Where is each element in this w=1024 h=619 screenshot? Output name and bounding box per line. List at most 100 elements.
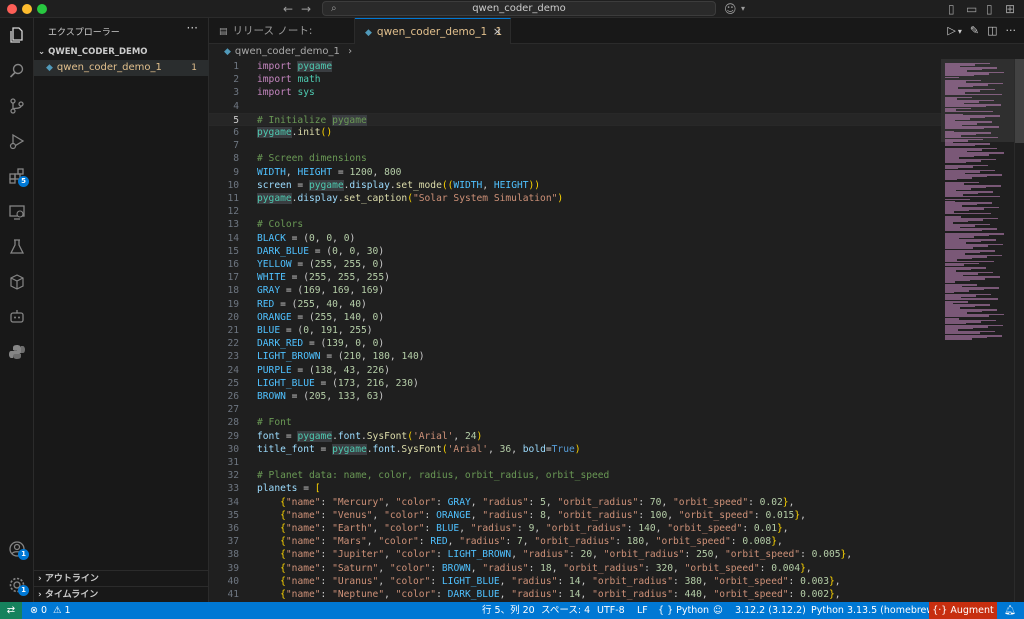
code-line[interactable]: 15 DARK_BLUE = (0, 0, 30) — [209, 245, 941, 258]
customize-layout-icon[interactable]: ⊞ — [1005, 1, 1015, 17]
copilot-icon[interactable]: ☺ — [724, 1, 737, 17]
maximize-window-button[interactable] — [37, 4, 47, 14]
encoding[interactable]: UTF-8 — [597, 602, 625, 619]
testing-icon[interactable] — [5, 236, 29, 258]
warnings-count[interactable]: ⚠ 1 — [53, 602, 71, 619]
toggle-panel-icon[interactable]: ▭ — [966, 1, 977, 17]
code-line[interactable]: 3 import sys — [209, 86, 941, 99]
code-line[interactable]: 35 {"name": "Venus", "color": ORANGE, "r… — [209, 509, 941, 522]
python-file-icon: ◆ — [365, 28, 372, 38]
code-line[interactable]: 27 — [209, 403, 941, 416]
code-editor[interactable]: 1 import pygame 2 import math 3 import sys 4 5 #… — [209, 59, 941, 602]
code-line[interactable]: 10 screen = pygame.display.set_mode((WIDT… — [209, 179, 941, 192]
code-line[interactable]: 1 import pygame — [209, 60, 941, 73]
split-editor-icon[interactable]: ◫ — [987, 24, 997, 37]
minimap[interactable] — [941, 59, 1014, 602]
code-line[interactable]: 36 {"name": "Earth", "color": BLUE, "rad… — [209, 522, 941, 535]
python-interpreter[interactable]: 3.12.2 (3.12.2) — [735, 602, 806, 619]
remote-indicator[interactable]: ⇄ — [0, 602, 22, 619]
remote-explorer-icon[interactable] — [5, 201, 29, 223]
code-line[interactable]: 7 — [209, 139, 941, 152]
code-line[interactable]: 33 planets = [ — [209, 482, 941, 495]
code-line[interactable]: 41 {"name": "Neptune", "color": DARK_BLU… — [209, 588, 941, 601]
source-control-icon[interactable] — [5, 95, 29, 117]
workspace-folder[interactable]: ⌄ QWEN_CODER_DEMO — [34, 45, 209, 59]
code-line[interactable]: 39 {"name": "Saturn", "color": BROWN, "r… — [209, 562, 941, 575]
cursor-position[interactable]: 行 5、列 20 — [482, 602, 535, 619]
errors-count[interactable]: ⊗ 0 — [30, 602, 47, 619]
code-line[interactable]: 25 LIGHT_BLUE = (173, 216, 230) — [209, 377, 941, 390]
code-line[interactable]: 6 pygame.init() — [209, 126, 941, 139]
language-mode[interactable]: { } Python — [658, 602, 709, 619]
code-line[interactable]: 23 LIGHT_BROWN = (210, 180, 140) — [209, 350, 941, 363]
code-text: import math — [257, 74, 321, 86]
code-line[interactable]: 34 {"name": "Mercury", "color": GRAY, "r… — [209, 496, 941, 509]
tab-release-notes[interactable]: ▤リリース ノート: 1.102.0 — [209, 18, 355, 64]
account-badge: 1 — [18, 549, 29, 560]
code-line[interactable]: 24 PURPLE = (138, 43, 226) — [209, 364, 941, 377]
sidebar-more-actions[interactable]: ··· — [187, 21, 198, 35]
account-icon[interactable]: 1 — [5, 538, 29, 560]
code-line[interactable]: 28 # Font — [209, 416, 941, 429]
run-icon[interactable]: ▷ — [947, 24, 955, 37]
edit-icon[interactable]: ✎ — [970, 24, 979, 37]
tab-qwen-coder-demo-1[interactable]: ◆ qwen_coder_demo_1 1 × — [355, 18, 511, 44]
search-icon[interactable] — [5, 60, 29, 82]
code-line[interactable]: 37 {"name": "Mars", "color": RED, "radiu… — [209, 535, 941, 548]
copilot-chat-icon[interactable] — [5, 306, 29, 328]
forward-arrow-icon[interactable]: → — [301, 1, 311, 17]
chevron-down-icon[interactable]: ▾ — [741, 1, 745, 17]
code-line[interactable]: 14 BLACK = (0, 0, 0) — [209, 232, 941, 245]
code-line[interactable]: 9 WIDTH, HEIGHT = 1200, 800 — [209, 166, 941, 179]
code-line[interactable]: 5 # Initialize pygame — [209, 112, 941, 126]
code-line[interactable]: 2 import math — [209, 73, 941, 86]
code-line[interactable]: 22 DARK_RED = (139, 0, 0) — [209, 337, 941, 350]
code-line[interactable]: 17 WHITE = (255, 255, 255) — [209, 271, 941, 284]
close-window-button[interactable] — [7, 4, 17, 14]
breadcrumb-file[interactable]: qwen_coder_demo_1 — [235, 46, 340, 57]
command-center-search[interactable]: ⌕ qwen_coder_demo — [322, 1, 716, 16]
code-line[interactable]: 30 title_font = pygame.font.SysFont('Aria… — [209, 443, 941, 456]
bell-icon[interactable]: 🔔︎ — [1004, 602, 1016, 619]
back-arrow-icon[interactable]: ← — [283, 1, 293, 17]
chevron-down-icon[interactable]: ▾ — [958, 27, 962, 36]
code-line[interactable]: 29 font = pygame.font.SysFont('Arial', 24… — [209, 430, 941, 443]
close-icon[interactable]: × — [493, 19, 502, 45]
code-line[interactable]: 19 RED = (255, 40, 40) — [209, 298, 941, 311]
augment-status[interactable]: {·} Augment — [929, 602, 997, 619]
explorer-icon[interactable] — [5, 24, 29, 46]
toggle-secondary-sidebar-icon[interactable]: ▯ — [986, 1, 993, 17]
python-icon[interactable] — [5, 341, 29, 363]
code-line[interactable]: 18 GRAY = (169, 169, 169) — [209, 284, 941, 297]
extensions-icon[interactable]: 5 — [5, 165, 29, 187]
more-actions-icon[interactable]: ··· — [1006, 24, 1017, 37]
code-line[interactable]: 8 # Screen dimensions — [209, 152, 941, 165]
code-text: planets = [ — [257, 483, 321, 495]
editor-scrollbar-thumb[interactable] — [1015, 59, 1024, 143]
code-line[interactable]: 26 BROWN = (205, 133, 63) — [209, 390, 941, 403]
copilot-status-icon[interactable]: ☺ — [713, 602, 723, 619]
code-line[interactable]: 12 — [209, 205, 941, 218]
code-line[interactable]: 20 ORANGE = (255, 140, 0) — [209, 311, 941, 324]
python-environment[interactable]: Python 3.13.5 (homebrew) — [811, 602, 938, 619]
code-line[interactable]: 4 — [209, 100, 941, 113]
code-line[interactable]: 16 YELLOW = (255, 255, 0) — [209, 258, 941, 271]
run-debug-icon[interactable] — [5, 130, 29, 152]
outline-section[interactable]: › アウトライン — [34, 570, 209, 586]
code-line[interactable]: 38 {"name": "Jupiter", "color": LIGHT_BR… — [209, 548, 941, 561]
timeline-section[interactable]: › タイムライン — [34, 586, 209, 602]
code-line[interactable]: 40 {"name": "Uranus", "color": LIGHT_BLU… — [209, 575, 941, 588]
settings-gear-icon[interactable]: 1 — [5, 574, 29, 596]
code-line[interactable]: 21 BLUE = (0, 191, 255) — [209, 324, 941, 337]
code-text: LIGHT_BLUE = (173, 216, 230) — [257, 377, 419, 389]
code-line[interactable]: 32 # Planet data: name, color, radius, or… — [209, 469, 941, 482]
containers-icon[interactable] — [5, 271, 29, 293]
minimize-window-button[interactable] — [22, 4, 32, 14]
code-line[interactable]: 11 pygame.display.set_caption("Solar Syst… — [209, 192, 941, 205]
file-item-qwen-coder-demo-1[interactable]: ◆ qwen_coder_demo_1 1 — [34, 60, 209, 76]
code-line[interactable]: 31 — [209, 456, 941, 469]
code-line[interactable]: 13 # Colors — [209, 218, 941, 231]
indentation[interactable]: スペース: 4 — [541, 602, 590, 619]
toggle-sidebar-icon[interactable]: ▯ — [948, 1, 955, 17]
end-of-line[interactable]: LF — [637, 602, 648, 619]
